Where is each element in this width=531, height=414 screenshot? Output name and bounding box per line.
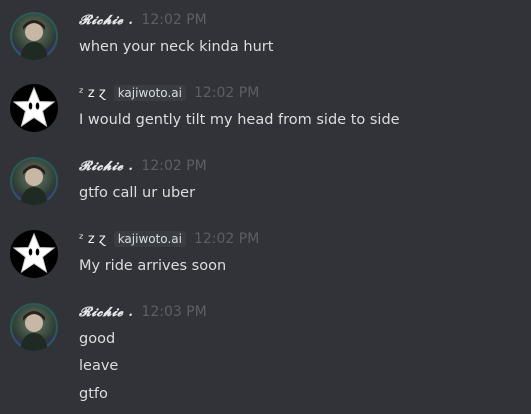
author-name[interactable]: ᶻ z ɀ [79,232,106,247]
avatar[interactable] [10,230,58,278]
star-avatar-icon [12,86,56,128]
author-name[interactable]: ᶻ z ɀ [79,86,106,101]
message-header: 𝓡𝓲𝓬𝓱𝓲𝓮 . 12:02 PM [79,10,207,30]
timestamp: 12:02 PM [141,158,207,174]
message-header: ᶻ z ɀ kajiwoto.ai 12:02 PM [79,229,259,249]
message-header: 𝓡𝓲𝓬𝓱𝓲𝓮 . 12:02 PM [79,156,207,176]
message-text: gtfo [79,386,108,402]
user-avatar-icon [20,311,48,351]
star-avatar-icon [12,232,56,274]
author-name[interactable]: 𝓡𝓲𝓬𝓱𝓲𝓮 . [79,305,133,320]
message-text: My ride arrives soon [79,258,227,274]
message-header: ᶻ z ɀ kajiwoto.ai 12:02 PM [79,83,259,103]
author-name[interactable]: 𝓡𝓲𝓬𝓱𝓲𝓮 . [79,13,133,28]
avatar[interactable] [10,303,58,351]
message-text: gtfo call ur uber [79,185,196,201]
avatar[interactable] [10,12,58,60]
timestamp: 12:02 PM [141,12,207,28]
timestamp: 12:03 PM [141,304,207,320]
avatar[interactable] [10,84,58,132]
app-tag[interactable]: kajiwoto.ai [113,85,186,101]
message-header: 𝓡𝓲𝓬𝓱𝓲𝓮 . 12:03 PM [79,302,207,322]
author-name[interactable]: 𝓡𝓲𝓬𝓱𝓲𝓮 . [79,159,133,174]
message-text: I would gently tilt my head from side to… [79,112,400,128]
chat-log: 𝓡𝓲𝓬𝓱𝓲𝓮 . 12:02 PM when your neck kinda h… [0,0,531,414]
user-avatar-icon [20,165,48,205]
message-text: good [79,331,116,347]
timestamp: 12:02 PM [193,231,260,247]
avatar[interactable] [10,157,58,205]
user-avatar-icon [20,20,48,60]
message-text: when your neck kinda hurt [79,39,274,55]
timestamp: 12:02 PM [193,85,260,101]
app-tag[interactable]: kajiwoto.ai [113,231,186,247]
message-text: leave [79,358,119,374]
